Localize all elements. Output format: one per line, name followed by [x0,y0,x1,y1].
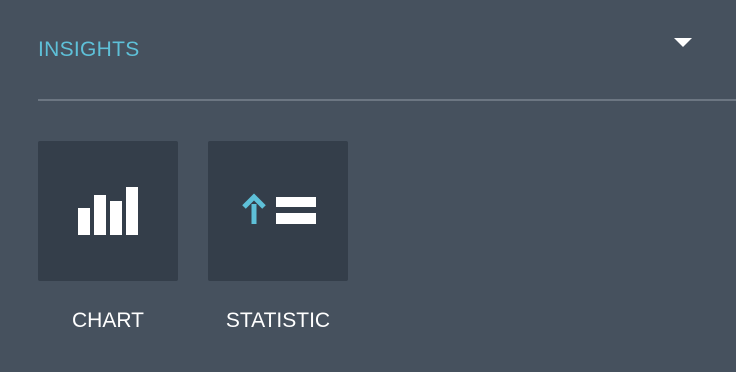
caret-down-icon[interactable] [674,38,692,50]
insights-section-header[interactable]: INSIGHTS [38,34,736,68]
bar-chart-icon [78,187,138,235]
chart-tile-label: CHART [72,309,144,332]
statistic-tile-box[interactable] [208,141,348,281]
chart-tile[interactable]: CHART [38,141,178,333]
section-title: INSIGHTS [38,38,140,61]
statistic-icon [242,193,316,224]
section-divider [38,99,736,101]
statistic-tile[interactable]: STATISTIC [208,141,348,333]
chart-tile-box[interactable] [38,141,178,281]
insights-panel: INSIGHTS CHART STATISTIC [0,0,736,372]
statistic-tile-label: STATISTIC [225,309,331,332]
